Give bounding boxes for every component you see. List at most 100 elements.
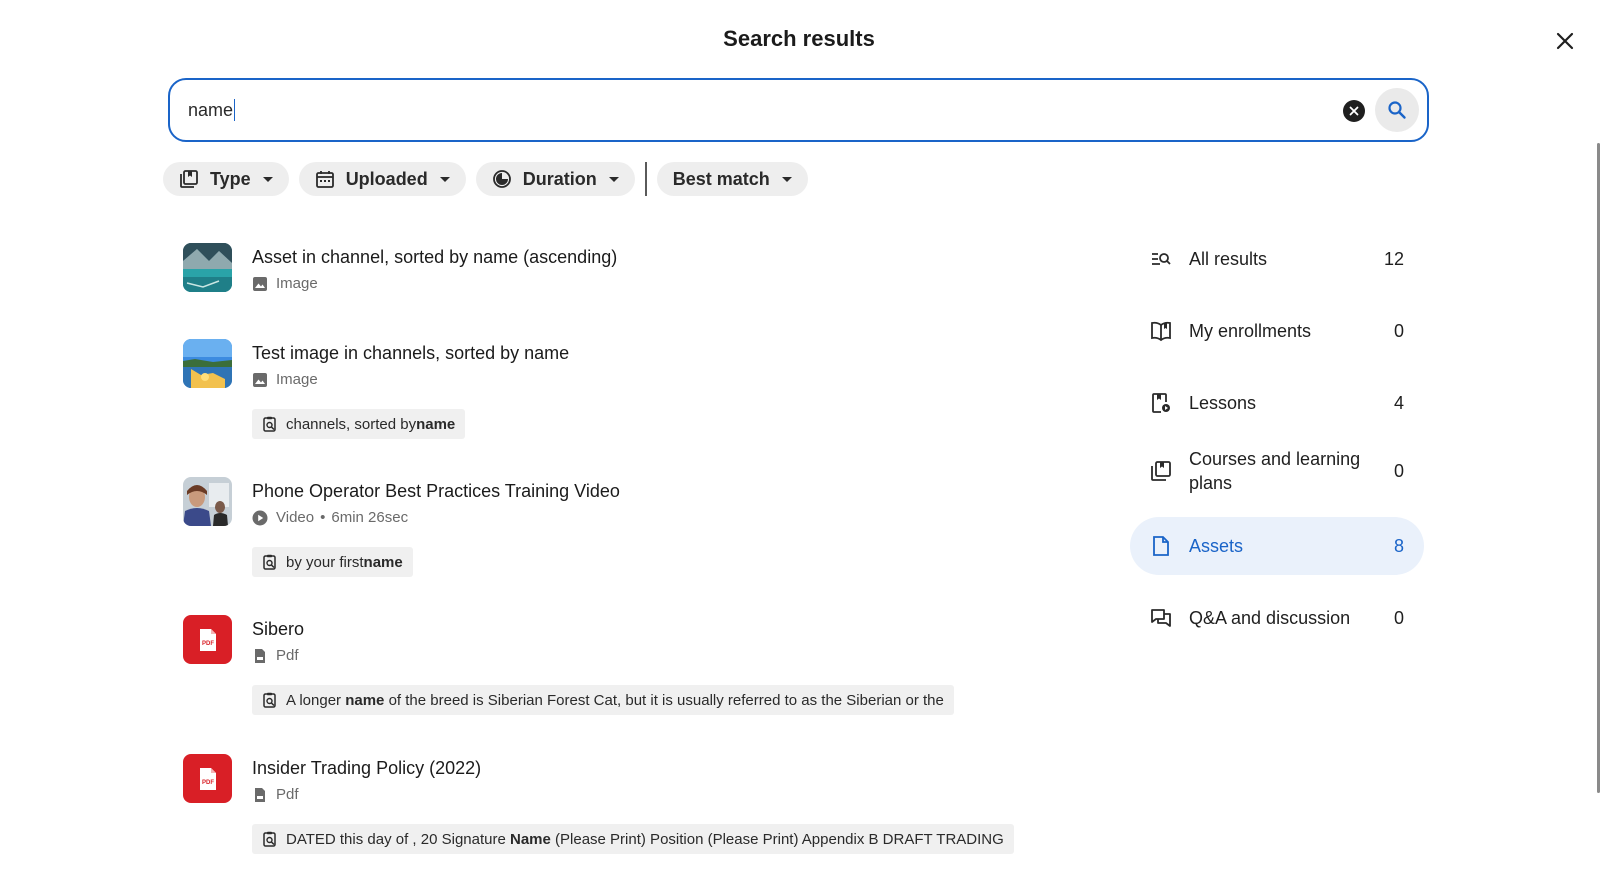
category-my-enrollments[interactable]: My enrollments 0	[1130, 302, 1424, 360]
snippet-match: name	[363, 553, 403, 571]
result-title[interactable]: Insider Trading Policy (2022)	[252, 758, 481, 779]
uploaded-filter-chip[interactable]: Uploaded	[298, 162, 466, 196]
text-caret	[234, 99, 236, 121]
result-thumbnail	[183, 477, 232, 526]
search-list-icon	[1150, 248, 1174, 270]
close-button[interactable]	[1552, 28, 1578, 54]
type-filter-label: Type	[210, 168, 251, 189]
category-count: 8	[1393, 535, 1404, 556]
duration-filter-label: Duration	[522, 168, 597, 189]
category-count: 0	[1393, 607, 1404, 628]
pdf-badge-text: PDF	[202, 641, 214, 647]
result-snippet: DATED this day of , 20 Signature Name (P…	[252, 824, 1014, 854]
result-meta: Pdf	[252, 786, 299, 803]
result-meta: Image	[252, 275, 318, 292]
snippet-text: A longer	[286, 691, 346, 709]
snippet-text-rest: of the breed is Siberian Forest Cat, but…	[384, 691, 944, 709]
result-thumbnail: PDF	[183, 615, 232, 664]
meta-separator: •	[320, 509, 326, 526]
close-icon	[1556, 32, 1574, 50]
pdf-file-icon: PDF	[199, 767, 216, 790]
category-label: All results	[1189, 249, 1268, 269]
image-icon	[252, 276, 268, 292]
result-title[interactable]: Asset in channel, sorted by name (ascend…	[252, 247, 617, 268]
filter-bar: Type Uploaded Duration Best match	[163, 162, 818, 196]
open-book-icon	[1150, 320, 1174, 342]
timer-icon	[492, 169, 512, 189]
snippet-match: name	[345, 691, 385, 709]
result-thumbnail	[183, 339, 232, 388]
result-type: Pdf	[276, 647, 299, 664]
forum-icon	[1150, 607, 1174, 629]
pdf-file-icon: PDF	[199, 628, 216, 651]
clear-search-button[interactable]	[1343, 100, 1365, 122]
pdf-badge-text: PDF	[202, 780, 214, 786]
search-button[interactable]	[1375, 88, 1419, 132]
clear-icon	[1349, 106, 1359, 116]
chevron-down-icon	[439, 176, 450, 182]
snippet-text: by your first	[286, 553, 364, 571]
duration-filter-chip[interactable]: Duration	[475, 162, 635, 196]
result-snippet: by your first name	[252, 547, 413, 577]
category-count: 4	[1393, 392, 1404, 413]
snippet-text-rest: (Please Print) Position (Please Print) A…	[550, 830, 1004, 848]
chevron-down-icon	[262, 176, 273, 182]
snippet-match: Name	[510, 830, 551, 848]
result-snippet: channels, sorted by name	[252, 409, 466, 439]
result-meta: Pdf	[252, 647, 299, 664]
filter-divider	[644, 162, 647, 196]
content-search-icon	[262, 416, 278, 432]
category-all-results[interactable]: All results 12	[1130, 230, 1424, 288]
sort-dropdown[interactable]: Best match	[656, 162, 808, 196]
category-assets[interactable]: Assets 8	[1130, 517, 1424, 575]
search-value-text: name	[188, 99, 234, 120]
chevron-down-icon	[608, 176, 619, 182]
type-filter-chip[interactable]: Type	[163, 162, 289, 196]
category-label: Courses and learning plans	[1189, 449, 1361, 493]
result-type: Image	[276, 371, 318, 388]
result-type: Video	[276, 509, 315, 526]
category-courses-learning-plans[interactable]: Courses and learning plans 0	[1130, 436, 1424, 506]
pdf-icon	[252, 648, 268, 664]
content-search-icon	[262, 692, 278, 708]
library-icon	[179, 169, 199, 189]
play-circle-icon	[252, 510, 268, 526]
lesson-icon	[1150, 392, 1174, 414]
category-label: Q&A and discussion	[1189, 608, 1351, 628]
category-lessons[interactable]: Lessons 4	[1130, 374, 1424, 432]
result-snippet: A longer name of the breed is Siberian F…	[252, 685, 954, 715]
result-duration: 6min 26sec	[331, 509, 409, 526]
chevron-down-icon	[781, 176, 792, 182]
result-thumbnail	[183, 243, 232, 292]
snippet-text: DATED this day of , 20 Signature	[286, 830, 510, 848]
result-meta: Image	[252, 371, 318, 388]
search-icon	[1388, 101, 1406, 119]
category-label: Assets	[1189, 536, 1244, 556]
sort-label: Best match	[672, 168, 770, 189]
category-count: 12	[1383, 248, 1404, 269]
category-count: 0	[1393, 320, 1404, 341]
result-type: Pdf	[276, 786, 299, 803]
pdf-icon	[252, 787, 268, 803]
page-title: Search results	[723, 26, 875, 51]
result-thumbnail: PDF	[183, 754, 232, 803]
result-title[interactable]: Test image in channels, sorted by name	[252, 343, 569, 364]
snippet-text: channels, sorted by	[286, 415, 417, 433]
result-meta: Video • 6min 26sec	[252, 509, 408, 526]
search-field-value: name	[188, 99, 236, 121]
content-search-icon	[262, 554, 278, 570]
category-label: My enrollments	[1189, 321, 1312, 341]
library-icon	[1150, 460, 1174, 482]
search-input[interactable]: name	[168, 78, 1429, 142]
result-title[interactable]: Phone Operator Best Practices Training V…	[252, 481, 620, 502]
file-icon	[1150, 535, 1174, 557]
image-icon	[252, 372, 268, 388]
category-label: Lessons	[1189, 393, 1257, 413]
snippet-match: name	[416, 415, 456, 433]
uploaded-filter-label: Uploaded	[345, 168, 428, 189]
content-search-icon	[262, 831, 278, 847]
category-qa-discussion[interactable]: Q&A and discussion 0	[1130, 589, 1424, 647]
calendar-icon	[315, 169, 335, 189]
category-count: 0	[1393, 460, 1404, 481]
result-title[interactable]: Sibero	[252, 619, 304, 640]
